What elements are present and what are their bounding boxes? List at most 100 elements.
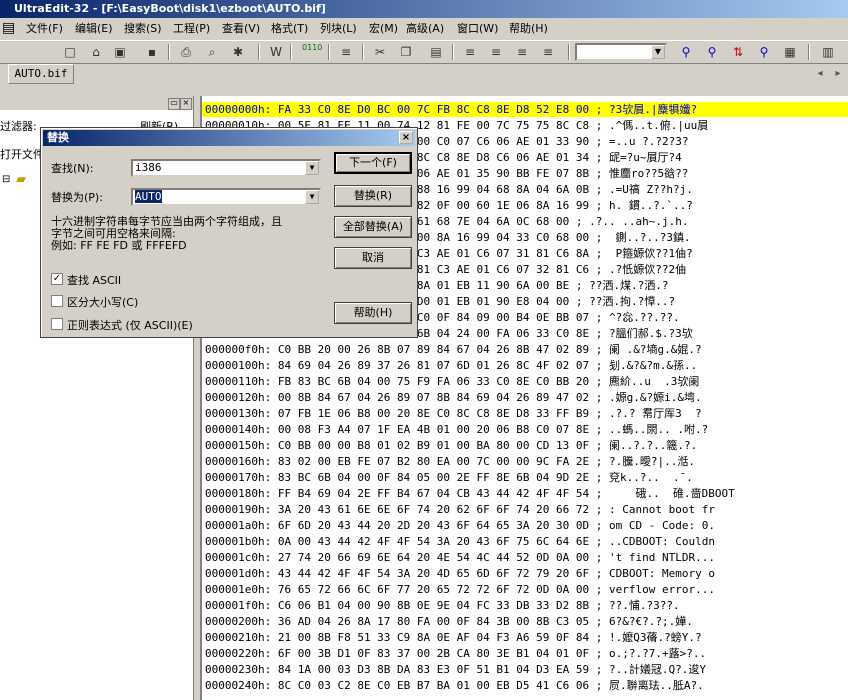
hex-row[interactable]: 000001c0h: 27 74 20 66 69 6E 64 20 4E 54… — [205, 550, 715, 565]
tab-bar: AUTO.bif ◂ ▸ — [0, 64, 848, 86]
hex-row[interactable]: 000001f0h: C6 06 B1 04 00 90 8B 0E 9E 04… — [205, 598, 680, 613]
menu-search[interactable]: 搜索(S) — [124, 21, 162, 37]
hex-row[interactable]: 000001b0h: 0A 00 43 44 42 4F 4F 54 3A 20… — [205, 534, 715, 549]
font-combo[interactable]: ▼ — [575, 43, 667, 61]
find-next-icon[interactable]: ⚲ — [704, 44, 720, 60]
new-file-icon[interactable]: □ — [62, 44, 78, 60]
hex-row[interactable]: 00000170h: 83 BC 6B 04 00 0F 84 05 00 2E… — [205, 470, 693, 485]
align-left-icon[interactable]: ≡ — [462, 44, 478, 60]
chevron-down-icon[interactable]: ▼ — [651, 45, 665, 59]
toolbar-separator — [290, 44, 292, 60]
toolbar: □ ⌂ ▣ ▪ ⎙ ⌕ ✱ W 0110 ≡ ✂ ❐ ▤ ≡ ≡ ≡ ≡ ⚲ ⚲… — [0, 40, 848, 64]
hex-row[interactable]: 00000140h: 00 08 F3 A4 07 1F EA 4B 01 00… — [205, 422, 708, 437]
menu-file[interactable]: 文件(F) — [26, 21, 63, 37]
replace-all-button[interactable]: 全部替换(A) — [334, 216, 412, 238]
window-list-icon[interactable]: ▦ — [782, 44, 798, 60]
find-icon[interactable]: ⚲ — [678, 44, 694, 60]
hex-row[interactable]: 000001a0h: 6F 6D 20 43 44 20 2D 20 43 6F… — [205, 518, 715, 533]
toolbar-separator — [258, 44, 260, 60]
cancel-button[interactable]: 取消 — [334, 247, 412, 269]
find-next-button[interactable]: 下一个(F) — [334, 152, 412, 174]
hex-row[interactable]: 00000180h: FF B4 69 04 2E FF B4 67 04 CB… — [205, 486, 735, 501]
menu-project[interactable]: 工程(P) — [173, 21, 210, 37]
hex-row[interactable]: 000001d0h: 43 44 42 4F 4F 54 3A 20 4D 65… — [205, 566, 715, 581]
help-button[interactable]: 帮助(H) — [334, 302, 412, 324]
hex-row[interactable]: 00000240h: 8C C0 03 C2 8E C0 EB B7 BA 01… — [205, 678, 704, 693]
align-right-icon[interactable]: ≡ — [514, 44, 530, 60]
hex-mode-icon[interactable]: 0110 — [302, 44, 322, 60]
close-file-icon[interactable]: ▣ — [112, 44, 128, 60]
word-wrap-icon[interactable]: W — [268, 44, 284, 60]
chevron-down-icon[interactable]: ▼ — [305, 161, 319, 175]
print-icon[interactable]: ⎙ — [178, 44, 194, 60]
toggle-panel-icon[interactable]: ▥ — [820, 44, 836, 60]
filter-label: 过滤器: — [0, 120, 37, 133]
paste-icon[interactable]: ▤ — [428, 44, 444, 60]
hex-row[interactable]: 00000200h: 36 AD 04 26 8A 17 80 FA 00 0F… — [205, 614, 693, 629]
hex-row[interactable]: 00000100h: 84 69 04 26 89 37 26 81 07 6D… — [205, 358, 697, 373]
case-sensitive-label[interactable]: 区分大小写(C) — [67, 294, 138, 310]
toolbar-separator — [568, 44, 570, 60]
dialog-title: 替换 × — [43, 130, 415, 146]
menu-advanced[interactable]: 高级(A) — [406, 21, 444, 37]
save-icon[interactable]: ▪ — [144, 44, 160, 60]
replace-label: 替换为(P): — [51, 191, 103, 204]
toolbar-separator — [362, 44, 364, 60]
open-files-label[interactable]: 打开文件 — [0, 146, 44, 162]
menu-edit[interactable]: 编辑(E) — [75, 21, 113, 37]
find-ascii-checkbox[interactable]: ✓ — [51, 273, 63, 285]
copy-icon[interactable]: ❐ — [398, 44, 414, 60]
ftp-icon[interactable]: ✱ — [230, 44, 246, 60]
hex-row[interactable]: 00000150h: C0 BB 00 00 B8 01 02 B9 01 00… — [205, 438, 697, 453]
print-preview-icon[interactable]: ⌕ — [204, 44, 220, 60]
toolbar-separator — [168, 44, 170, 60]
find-prev-icon[interactable]: ⇅ — [730, 44, 746, 60]
panel-close-icon[interactable]: × — [180, 98, 192, 110]
open-folder-icon[interactable]: ⌂ — [88, 44, 104, 60]
regex-checkbox[interactable] — [51, 318, 63, 330]
regex-label[interactable]: 正则表达式 (仅 ASCII)(E) — [67, 317, 193, 333]
menu-help[interactable]: 帮助(H) — [509, 21, 548, 37]
doc-icon[interactable]: ▤ — [2, 21, 15, 35]
tab-scroll-left-icon[interactable]: ◂ — [812, 66, 828, 82]
tab-auto-bif[interactable]: AUTO.bif — [8, 64, 74, 84]
dialog-title-text: 替换 — [47, 131, 69, 144]
hex-row[interactable]: 00000000h: FA 33 C0 8E D0 BC 00 7C FB 8C… — [202, 102, 848, 117]
find-ascii-label[interactable]: 查找 ASCII — [67, 272, 121, 288]
hex-row[interactable]: 00000210h: 21 00 8B F8 51 33 C9 8A 0E AF… — [205, 630, 702, 645]
menu-window[interactable]: 窗口(W) — [457, 21, 498, 37]
toolbar-separator — [328, 44, 330, 60]
replace-button[interactable]: 替换(R) — [334, 185, 412, 207]
cut-icon[interactable]: ✂ — [372, 44, 388, 60]
tab-scroll-right-icon[interactable]: ▸ — [830, 66, 846, 82]
hex-row[interactable]: 00000230h: 84 1A 00 03 D3 8B DA 83 E3 0F… — [205, 662, 706, 677]
toolbar-separator — [808, 44, 810, 60]
hex-row[interactable]: 00000110h: FB 83 BC 6B 04 00 75 F9 FA 06… — [205, 374, 699, 389]
close-icon[interactable]: × — [399, 131, 413, 144]
menu-macro[interactable]: 宏(M) — [369, 21, 398, 37]
hex-row[interactable]: 00000160h: 83 02 00 EB FE 07 B2 80 EA 00… — [205, 454, 695, 469]
hex-hint-text: 十六进制字符串每字节应当由两个字符组成，且 字节之间可用空格来间隔: 例如: F… — [51, 215, 282, 252]
replace-icon[interactable]: ⚲ — [756, 44, 772, 60]
replace-input-value: AUTO — [135, 190, 162, 203]
chevron-down-icon[interactable]: ▼ — [305, 190, 319, 204]
hex-row[interactable]: 000000f0h: C0 BB 20 00 26 8B 07 89 84 67… — [205, 342, 702, 357]
format-icon[interactable]: ≡ — [338, 44, 354, 60]
menu-column[interactable]: 列块(L) — [320, 21, 357, 37]
tree-expand-icon[interactable]: ⊟ — [2, 174, 10, 185]
hex-row[interactable]: 00000130h: 07 FB 1E 06 B8 00 20 8E C0 8C… — [205, 406, 702, 421]
hex-row[interactable]: 000001e0h: 76 65 72 66 6C 6F 77 20 65 72… — [205, 582, 715, 597]
window-title: UltraEdit-32 - [F:\EasyBoot\disk1\ezboot… — [0, 0, 848, 18]
justify-icon[interactable]: ≡ — [540, 44, 556, 60]
hex-row[interactable]: 00000120h: 00 8B 84 67 04 26 89 07 8B 84… — [205, 390, 702, 405]
hex-row[interactable]: 00000190h: 3A 20 43 61 6E 6E 6F 74 20 62… — [205, 502, 715, 517]
menu-format[interactable]: 格式(T) — [271, 21, 308, 37]
replace-input[interactable]: AUTO ▼ — [131, 188, 321, 206]
align-center-icon[interactable]: ≡ — [488, 44, 504, 60]
toolbar-separator — [452, 44, 454, 60]
panel-minimize-icon[interactable]: ▭ — [168, 98, 180, 110]
hex-row[interactable]: 00000220h: 6F 00 3B D1 0F 83 37 00 2B CA… — [205, 646, 706, 661]
find-input[interactable]: i386 ▼ — [131, 159, 321, 177]
menu-view[interactable]: 查看(V) — [222, 21, 260, 37]
case-sensitive-checkbox[interactable] — [51, 295, 63, 307]
